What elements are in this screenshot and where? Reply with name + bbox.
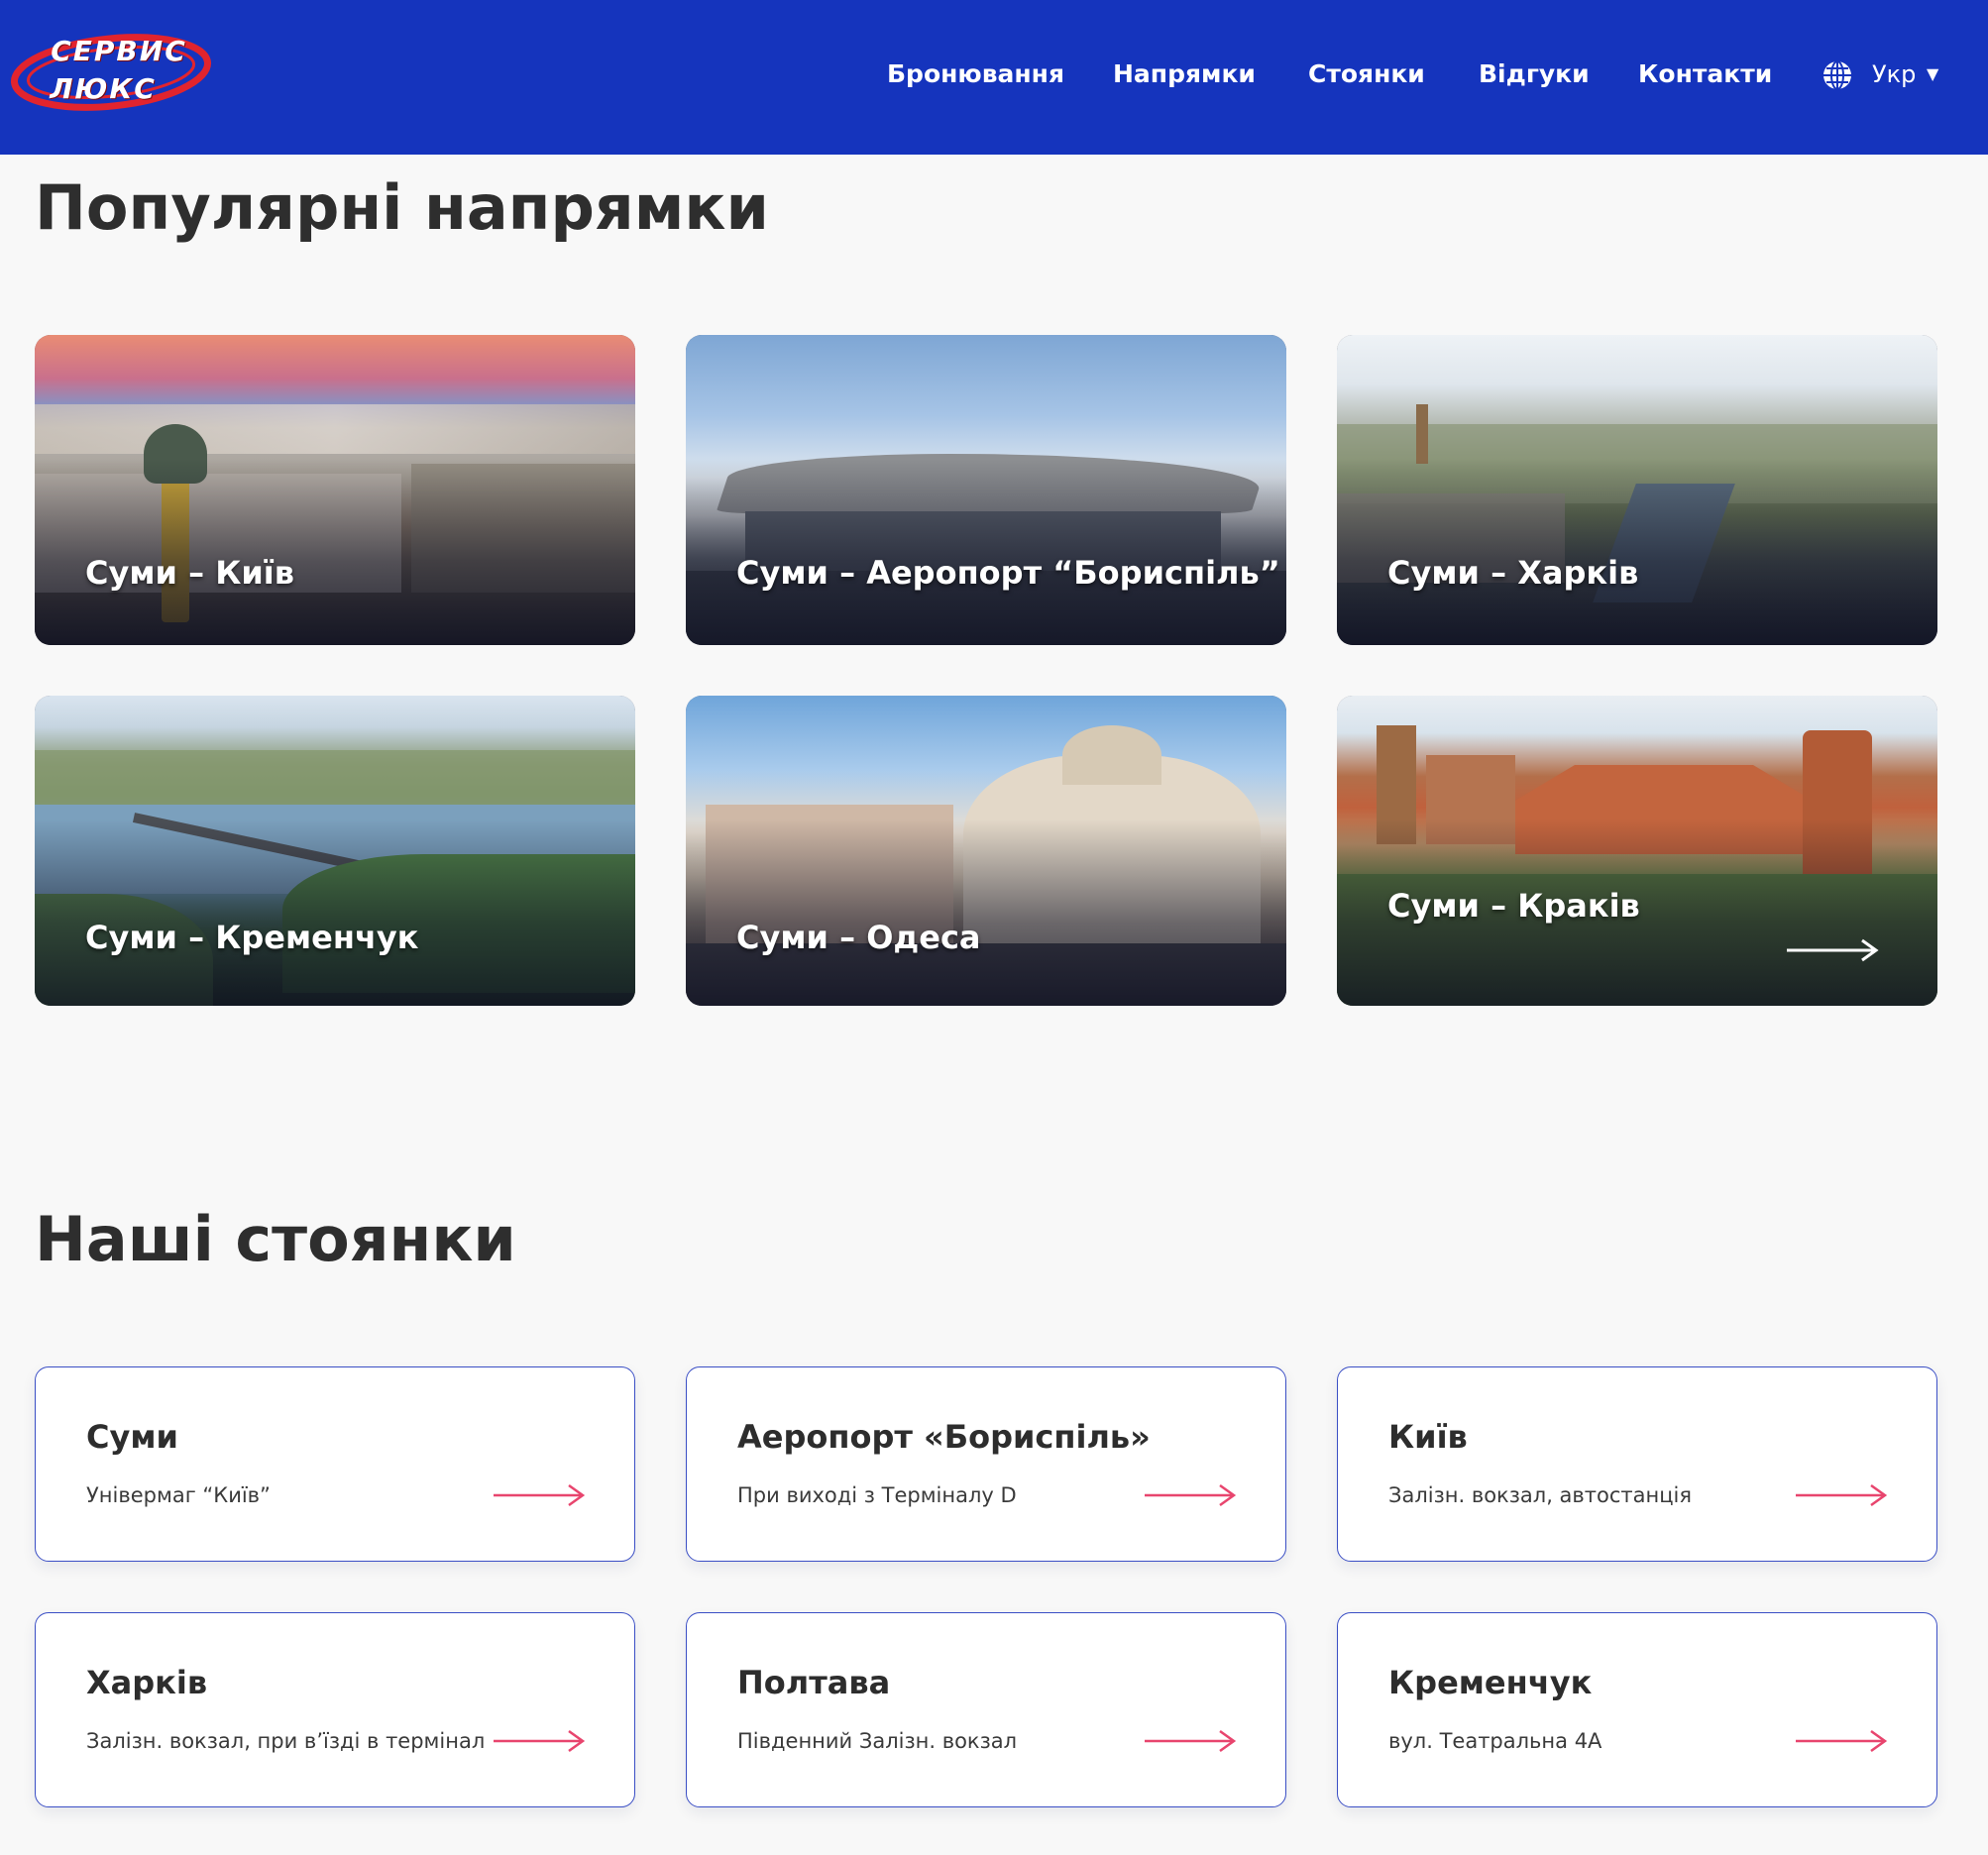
arrow-right-icon[interactable] [1143,1727,1238,1755]
nav-stations[interactable]: Стоянки [1308,57,1425,91]
arrow-right-icon[interactable] [1794,1727,1889,1755]
arrow-right-icon[interactable] [1794,1481,1889,1509]
card-shade [686,819,1286,1006]
route-card-kremenchuk[interactable]: Суми – Кременчук [35,696,635,1006]
station-name: Кременчук [1388,1664,1593,1701]
station-address: Залізн. вокзал, автостанція [1388,1483,1693,1507]
stations-title: Наші стоянки [35,1203,516,1275]
station-address: вул. Театральна 4А [1388,1729,1602,1753]
arrow-right-icon[interactable] [492,1727,587,1755]
route-card-boryspil[interactable]: Суми – Аеропорт “Бориспіль” [686,335,1286,645]
station-name: Аеропорт «Бориспіль» [737,1418,1151,1456]
nav-routes[interactable]: Напрямки [1113,57,1256,91]
station-name: Полтава [737,1664,891,1701]
route-label: Суми – Одеса [736,919,981,956]
site-header: СЕРВИС ЛЮКС Бронювання Напрямки Стоянки … [0,0,1988,155]
station-card-poltava[interactable]: Полтава Південний Залізн. вокзал [686,1612,1286,1807]
station-address: При виході з Терміналу D [737,1483,1017,1507]
route-label: Суми – Харків [1387,554,1639,592]
caret-down-icon: ▼ [1927,64,1939,83]
route-card-odesa[interactable]: Суми – Одеса [686,696,1286,1006]
station-card-kharkiv[interactable]: Харків Залізн. вокзал, при в’їзді в терм… [35,1612,635,1807]
globe-icon [1823,60,1851,90]
station-card-sumy[interactable]: Суми Універмаг “Київ” [35,1366,635,1562]
route-label: Суми – Київ [85,554,294,592]
station-address: Залізн. вокзал, при в’їзді в термінал [86,1729,486,1753]
route-label: Суми – Кременчук [85,919,419,956]
popular-routes-title: Популярні напрямки [35,171,769,244]
route-card-krakow[interactable]: Суми – Краків [1337,696,1937,1006]
nav-reviews[interactable]: Відгуки [1479,57,1590,91]
nav-booking[interactable]: Бронювання [887,57,1064,91]
route-label: Суми – Краків [1387,887,1640,925]
route-card-kyiv[interactable]: Суми – Київ [35,335,635,645]
arrow-right-icon[interactable] [492,1481,587,1509]
station-address: Південний Залізн. вокзал [737,1729,1018,1753]
main-nav: Бронювання Напрямки Стоянки Відгуки Конт… [0,0,1988,155]
station-card-kyiv[interactable]: Київ Залізн. вокзал, автостанція [1337,1366,1937,1562]
station-address: Універмаг “Київ” [86,1483,271,1507]
station-name: Суми [86,1418,178,1456]
language-label: Укр [1872,60,1917,88]
station-card-boryspil[interactable]: Аеропорт «Бориспіль» При виході з Термін… [686,1366,1286,1562]
arrow-right-icon[interactable] [1785,937,1880,963]
arrow-right-icon[interactable] [1143,1481,1238,1509]
card-shade [35,819,635,1006]
route-label: Суми – Аеропорт “Бориспіль” [736,554,1280,592]
station-name: Харків [86,1664,208,1701]
station-card-kremenchuk[interactable]: Кременчук вул. Театральна 4А [1337,1612,1937,1807]
nav-contacts[interactable]: Контакти [1638,57,1772,91]
station-name: Київ [1388,1418,1468,1456]
route-card-kharkiv[interactable]: Суми – Харків [1337,335,1937,645]
